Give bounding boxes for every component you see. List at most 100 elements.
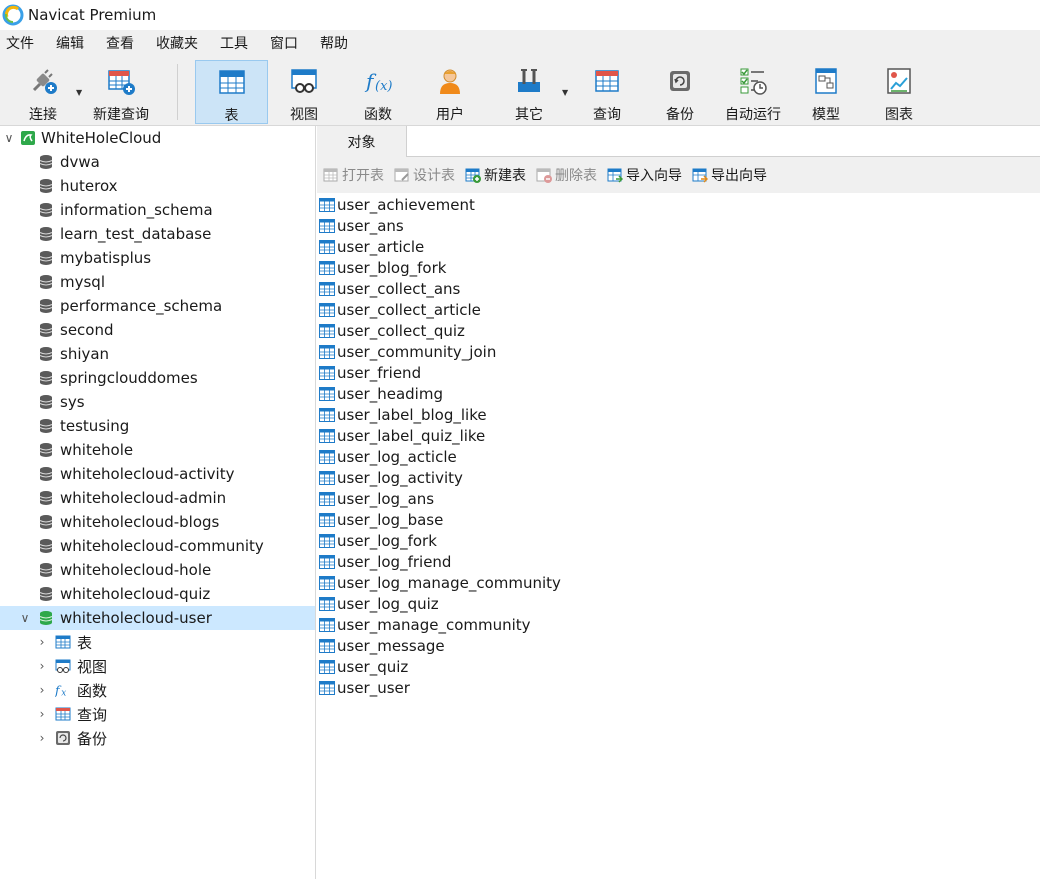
table-icon [319, 239, 337, 255]
user-button[interactable]: 用户 [420, 60, 480, 124]
auto-run-button[interactable]: 自动运行 [719, 60, 787, 124]
table-button[interactable]: 表 [195, 60, 268, 124]
menu-tools[interactable]: 工具 [214, 30, 254, 58]
connect-button[interactable]: 连接 [14, 60, 72, 124]
query-icon [591, 66, 623, 96]
table-list-item[interactable]: user_message [319, 635, 445, 656]
table-list-item[interactable]: user_log_fork [319, 530, 437, 551]
table-list-item[interactable]: user_log_manage_community [319, 572, 561, 593]
backup-label: 备份 [666, 107, 694, 123]
table-list-item[interactable]: user_log_quiz [319, 593, 439, 614]
chevron-right-icon[interactable]: › [35, 731, 49, 745]
tree-database-item[interactable]: whiteholecloud-blogs [0, 510, 315, 534]
function-button[interactable]: f (x) 函数 [348, 60, 408, 124]
tree-database-item[interactable]: whiteholecloud-quiz [0, 582, 315, 606]
table-list-item[interactable]: user_collect_article [319, 299, 481, 320]
new-query-button[interactable]: 新建查询 [88, 60, 154, 124]
database-icon [38, 394, 60, 410]
open-table-button[interactable]: 打开表 [323, 165, 384, 185]
table-list-item[interactable]: user_log_base [319, 509, 443, 530]
svg-text:(x): (x) [375, 79, 392, 94]
database-name: testusing [60, 417, 130, 435]
database-name: whiteholecloud-user [60, 609, 212, 627]
chevron-down-icon[interactable]: ∨ [2, 131, 16, 145]
new-table-button[interactable]: 新建表 [465, 165, 526, 185]
other-button[interactable]: 其它 [499, 60, 559, 124]
backup-button[interactable]: 备份 [650, 60, 710, 124]
chevron-right-icon[interactable]: › [35, 659, 49, 673]
tree-database-item[interactable]: whiteholecloud-activity [0, 462, 315, 486]
tree-database-item[interactable]: shiyan [0, 342, 315, 366]
tree-object-group[interactable]: › 视图 [0, 654, 315, 678]
title-bar: Navicat Premium [0, 0, 1040, 30]
tree-database-item[interactable]: whiteholecloud-community [0, 534, 315, 558]
tree-object-group[interactable]: › f x 函数 [0, 678, 315, 702]
export-wizard-button[interactable]: 导出向导 [692, 165, 767, 185]
table-list-item[interactable]: user_friend [319, 362, 421, 383]
model-label: 模型 [812, 107, 840, 123]
table-list-item[interactable]: user_ans [319, 215, 404, 236]
tree-database-item[interactable]: dvwa [0, 150, 315, 174]
tree-database-item[interactable]: mysql [0, 270, 315, 294]
tree-database-item[interactable]: whiteholecloud-admin [0, 486, 315, 510]
import-wizard-button[interactable]: 导入向导 [607, 165, 682, 185]
menu-favorites[interactable]: 收藏夹 [150, 30, 204, 58]
table-list-item[interactable]: user_log_activity [319, 467, 463, 488]
delete-table-button[interactable]: 删除表 [536, 165, 597, 185]
view-button[interactable]: 视图 [274, 60, 334, 124]
tree-database-item[interactable]: huterox [0, 174, 315, 198]
tree-connection-whiteholecloud[interactable]: ∨ WhiteHoleCloud [0, 126, 315, 150]
chevron-right-icon[interactable]: › [35, 635, 49, 649]
table-list-item[interactable]: user_collect_quiz [319, 320, 465, 341]
table-list-item[interactable]: user_achievement [319, 194, 475, 215]
table-list-item[interactable]: user_label_blog_like [319, 404, 487, 425]
table-list-item[interactable]: user_collect_ans [319, 278, 460, 299]
table-list-item[interactable]: user_article [319, 236, 424, 257]
table-list-item[interactable]: user_headimg [319, 383, 443, 404]
object-group-label: 表 [77, 633, 93, 652]
table-list-item[interactable]: user_manage_community [319, 614, 531, 635]
table-list-item[interactable]: user_quiz [319, 656, 408, 677]
tree-database-item[interactable]: information_schema [0, 198, 315, 222]
tree-database-item[interactable]: sys [0, 390, 315, 414]
menu-help[interactable]: 帮助 [314, 30, 354, 58]
table-list-item[interactable]: user_user [319, 677, 410, 698]
table-list-item[interactable]: user_log_friend [319, 551, 451, 572]
tree-database-selected[interactable]: ∨ whiteholecloud-user [0, 606, 315, 630]
chart-button[interactable]: 图表 [869, 60, 929, 124]
tree-database-item[interactable]: performance_schema [0, 294, 315, 318]
connect-dropdown-icon[interactable]: ▼ [76, 88, 82, 97]
table-list-item[interactable]: user_log_ans [319, 488, 434, 509]
table-list-item[interactable]: user_blog_fork [319, 257, 446, 278]
table-list-item[interactable]: user_label_quiz_like [319, 425, 485, 446]
model-button[interactable]: 模型 [796, 60, 856, 124]
tree-database-item[interactable]: whitehole [0, 438, 315, 462]
tree-database-item[interactable]: testusing [0, 414, 315, 438]
query-button[interactable]: 查询 [577, 60, 637, 124]
tree-object-group[interactable]: › 查询 [0, 702, 315, 726]
table-icon [319, 365, 337, 381]
menu-edit[interactable]: 编辑 [50, 30, 90, 58]
menu-file[interactable]: 文件 [0, 30, 40, 58]
chevron-right-icon[interactable]: › [35, 683, 49, 697]
svg-text:x: x [61, 688, 66, 698]
tab-objects[interactable]: 对象 [317, 126, 407, 157]
table-list-item[interactable]: user_log_acticle [319, 446, 457, 467]
tools-icon [513, 66, 545, 96]
table-list-item[interactable]: user_community_join [319, 341, 496, 362]
chevron-right-icon[interactable]: › [35, 707, 49, 721]
tree-object-group[interactable]: › 备份 [0, 726, 315, 750]
tree-database-item[interactable]: second [0, 318, 315, 342]
tree-database-item[interactable]: whiteholecloud-hole [0, 558, 315, 582]
tree-object-group[interactable]: › 表 [0, 630, 315, 654]
tree-database-item[interactable]: learn_test_database [0, 222, 315, 246]
chevron-down-icon[interactable]: ∨ [18, 611, 32, 625]
other-dropdown-icon[interactable]: ▼ [562, 88, 568, 97]
menu-view[interactable]: 查看 [100, 30, 140, 58]
database-name: whiteholecloud-activity [60, 465, 235, 483]
menu-window[interactable]: 窗口 [264, 30, 304, 58]
tree-database-item[interactable]: mybatisplus [0, 246, 315, 270]
design-table-button[interactable]: 设计表 [394, 165, 455, 185]
table-name: user_achievement [337, 195, 475, 214]
tree-database-item[interactable]: springclouddomes [0, 366, 315, 390]
